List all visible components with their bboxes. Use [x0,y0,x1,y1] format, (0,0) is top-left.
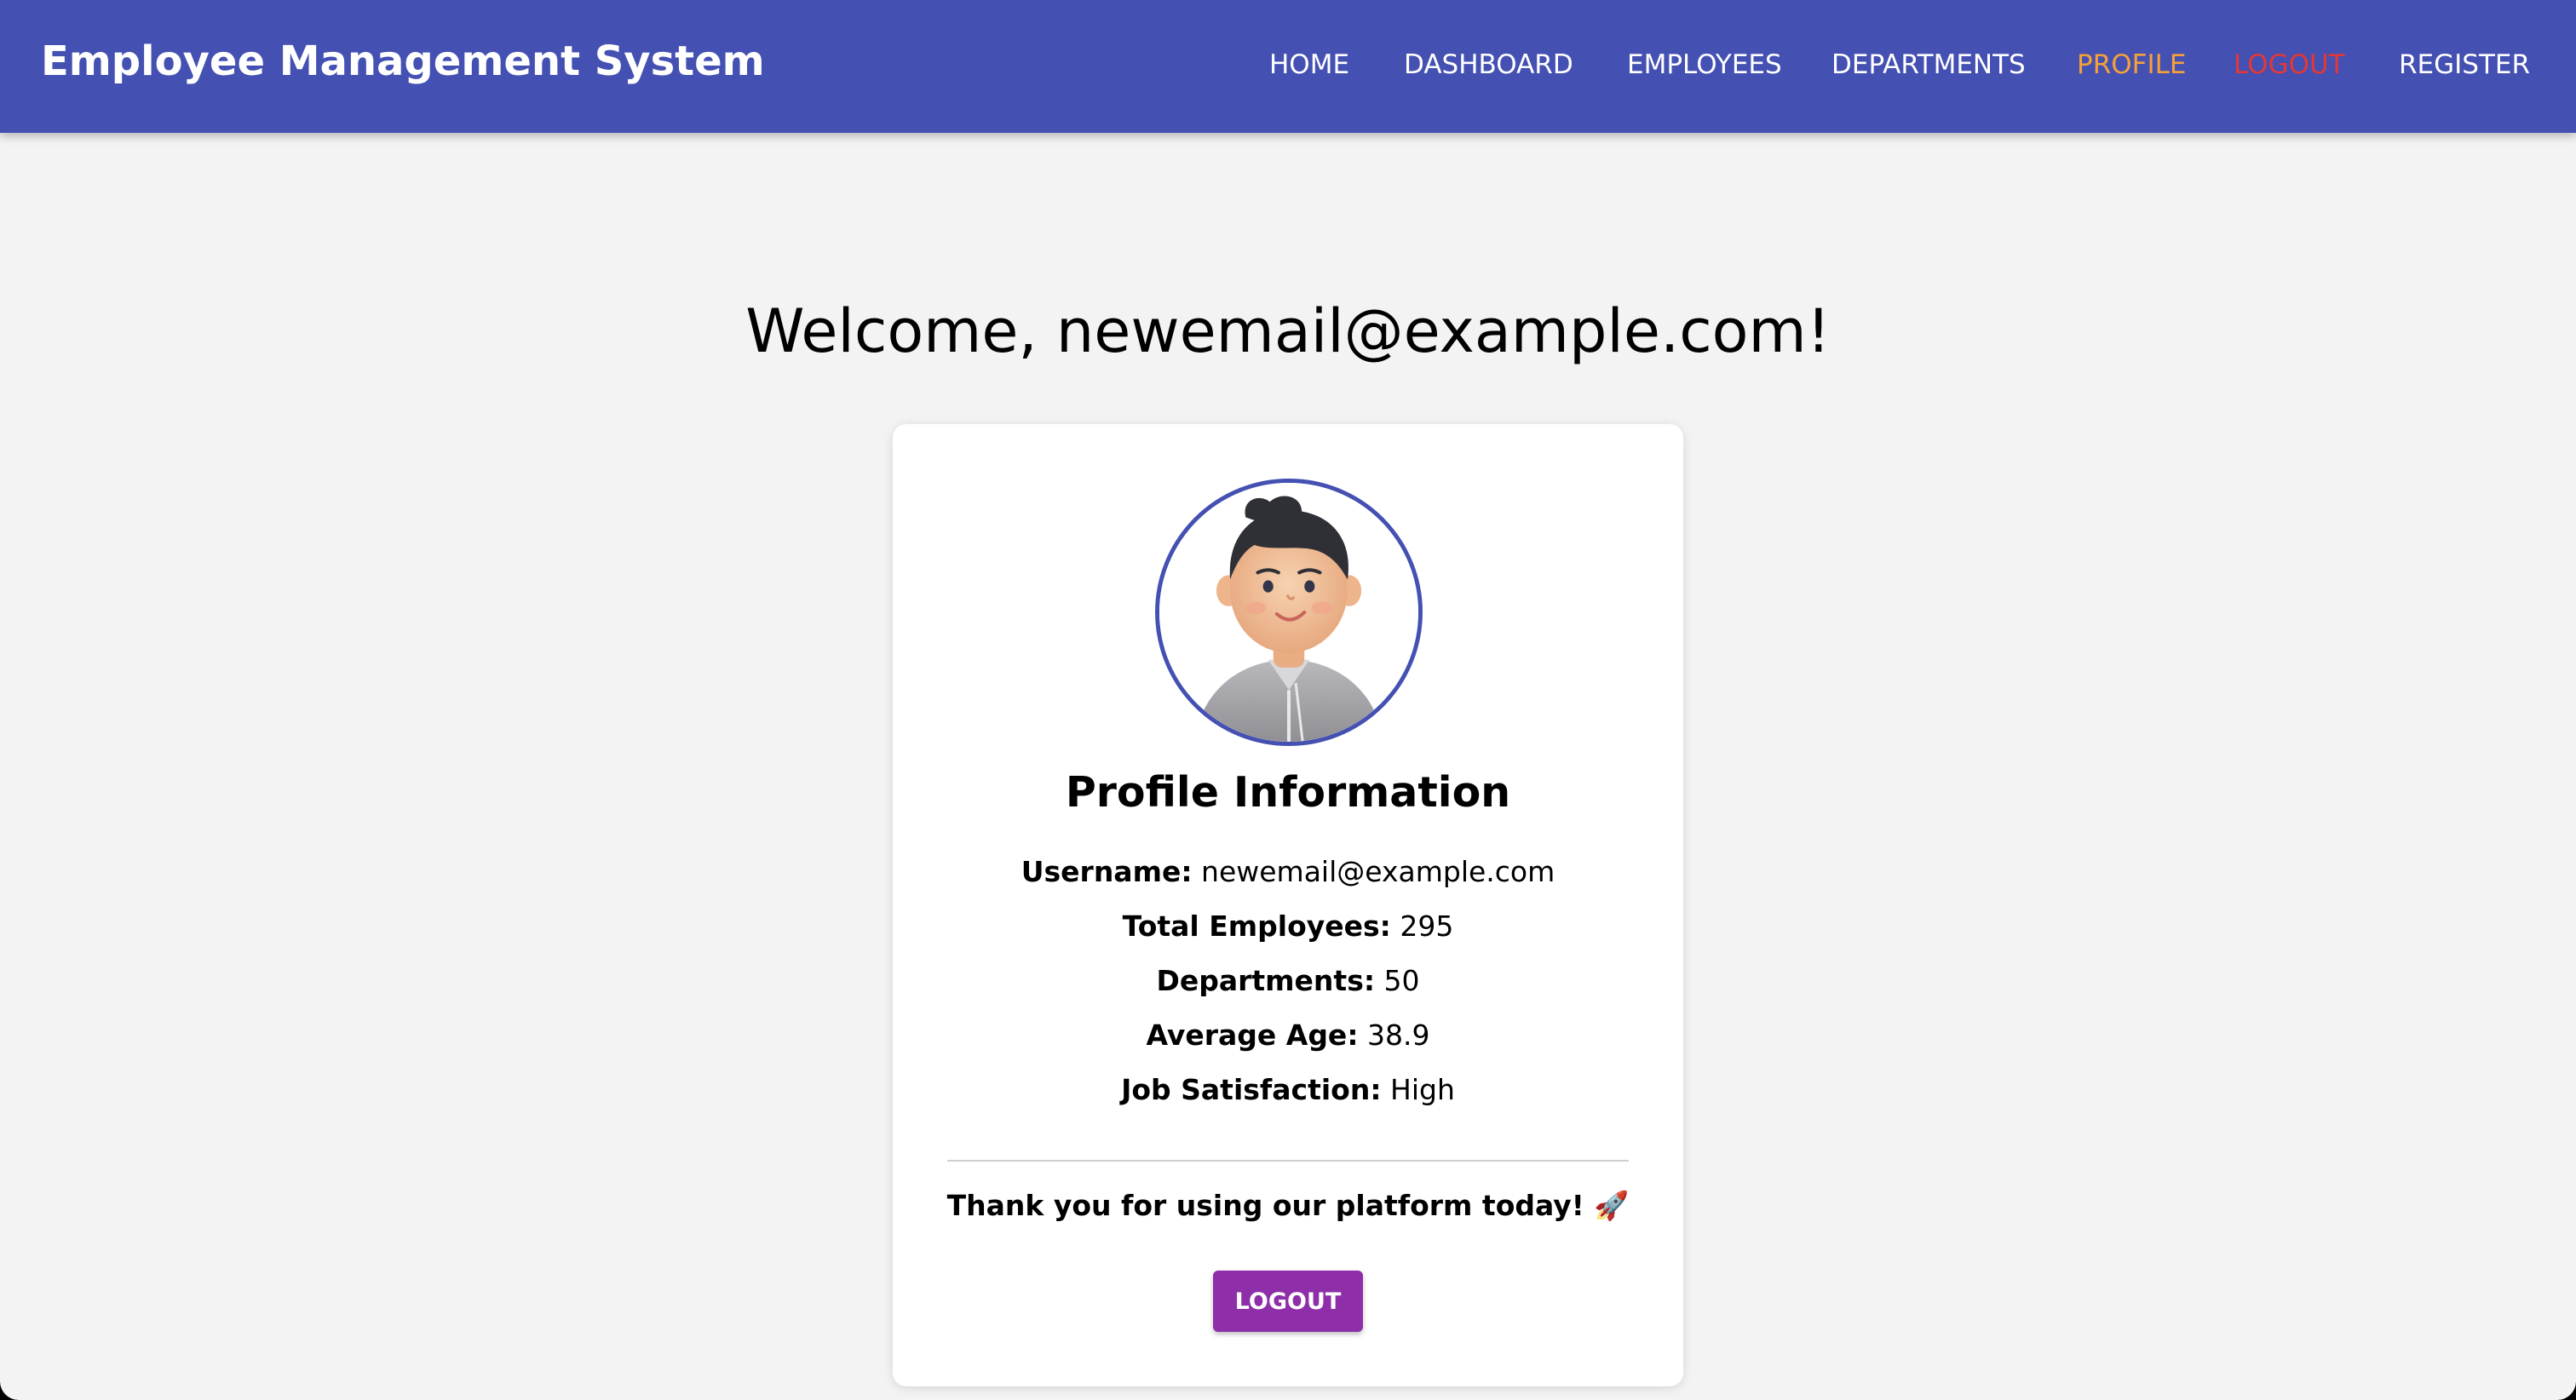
info-value: 295 [1400,909,1454,943]
top-navbar: Employee Management System HOME DASHBOAR… [0,0,2576,133]
info-value: newemail@example.com [1201,855,1555,888]
info-label: Username: [1021,855,1193,888]
info-job-satisfaction: Job Satisfaction: High [893,1073,1683,1106]
avatar-illustration-icon [1159,483,1418,742]
profile-title: Profile Information [1065,768,1511,817]
nav-dashboard[interactable]: DASHBOARD [1404,49,1573,80]
logout-button[interactable]: LOGOUT [1213,1271,1363,1332]
welcome-heading: Welcome, newemail@example.com! [745,296,1831,366]
nav-departments[interactable]: DEPARTMENTS [1831,49,2026,80]
info-departments: Departments: 50 [893,964,1683,997]
info-label: Job Satisfaction: [1121,1073,1382,1106]
nav-employees[interactable]: EMPLOYEES [1627,49,1782,80]
info-value: 38.9 [1367,1018,1430,1052]
nav-profile[interactable]: PROFILE [2077,49,2186,80]
profile-card: Profile Information Username: newemail@e… [893,424,1683,1386]
info-value: High [1390,1073,1455,1106]
info-label: Average Age: [1146,1018,1359,1052]
info-average-age: Average Age: 38.9 [893,1018,1683,1052]
info-username: Username: newemail@example.com [893,855,1683,888]
info-total-employees: Total Employees: 295 [893,909,1683,943]
divider [947,1160,1629,1162]
browser-viewport: Employee Management System HOME DASHBOAR… [0,0,2576,1400]
info-label: Departments: [1156,964,1376,997]
nav-logout[interactable]: LOGOUT [2234,49,2345,80]
info-label: Total Employees: [1122,909,1391,943]
nav-register[interactable]: REGISTER [2399,49,2530,80]
avatar [1155,479,1423,746]
nav-home[interactable]: HOME [1269,49,1349,80]
app-brand[interactable]: Employee Management System [41,37,765,85]
info-value: 50 [1383,964,1420,997]
thank-you-message: Thank you for using our platform today! … [946,1189,1630,1222]
